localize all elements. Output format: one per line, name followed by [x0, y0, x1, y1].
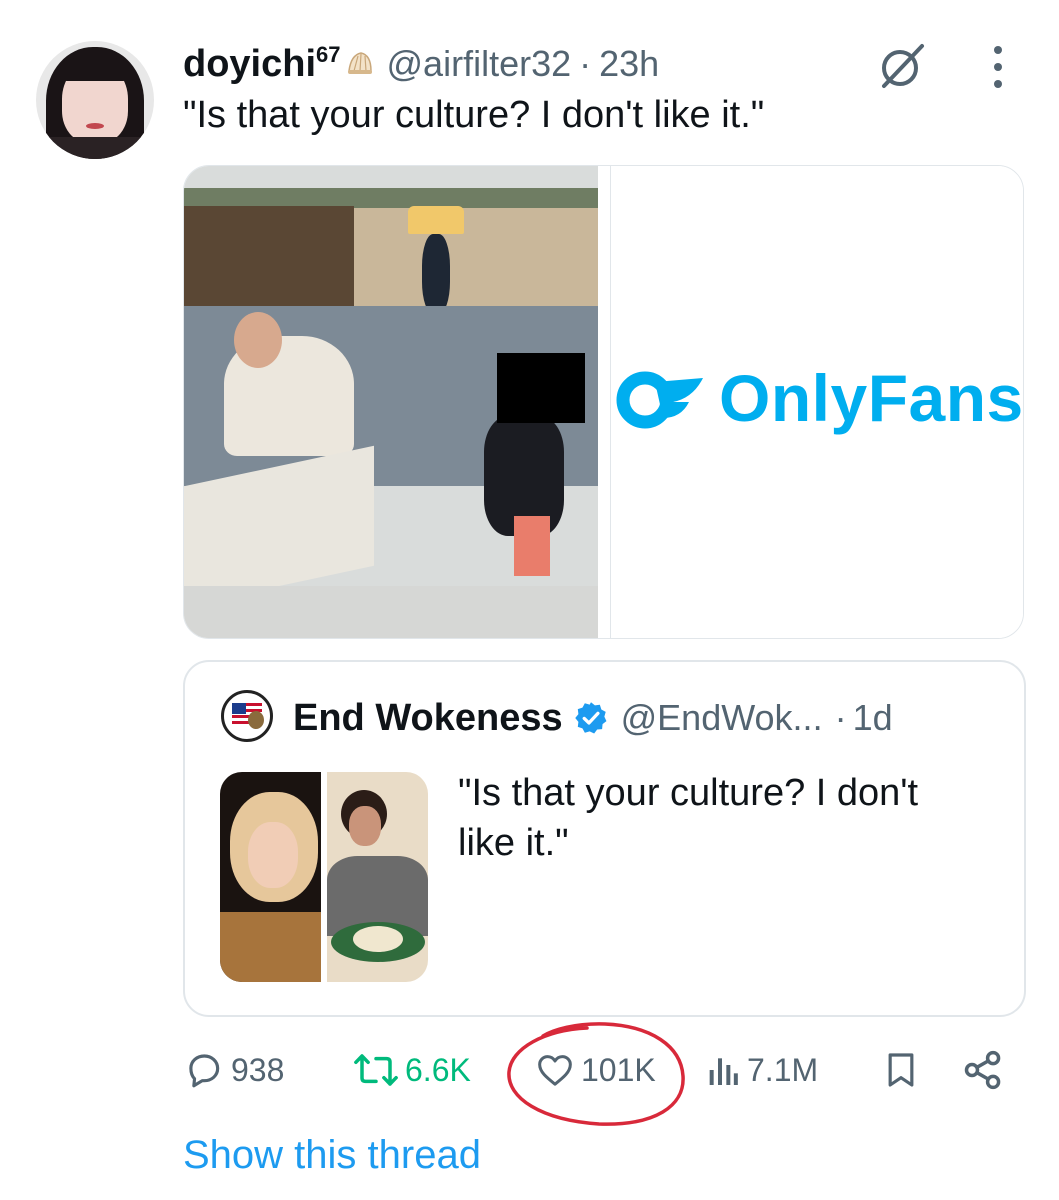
quoted-image-1-dress [220, 912, 321, 982]
retweet-icon [354, 1054, 398, 1086]
author-handle[interactable]: @airfilter32 [387, 43, 572, 85]
shell-icon [347, 52, 372, 74]
avatar-lips [86, 123, 104, 129]
photo-censor-box [497, 353, 585, 423]
onlyfans-wordmark: OnlyFans [719, 361, 1024, 435]
avatar-jacket [42, 137, 150, 159]
tweet-text: "Is that your culture? I don't like it." [183, 94, 765, 136]
quoted-author-name[interactable]: End Wokeness [293, 697, 563, 740]
quoted-header-separator: · [834, 697, 847, 738]
tweet-media[interactable]: OnlyFans [183, 165, 1024, 639]
author-name-text: doyichi [183, 42, 317, 85]
quoted-timestamp[interactable]: 1d [853, 697, 893, 739]
onlyfans-logo-icon [616, 371, 703, 429]
media-onlyfans-panel[interactable]: OnlyFans [610, 166, 1024, 638]
author-avatar[interactable] [36, 41, 154, 159]
quoted-header: End Wokeness @EndWok... · 1d [293, 688, 893, 748]
tweet-header: doyichi67 @airfilter32 · 23h [183, 36, 659, 92]
grok-icon[interactable] [876, 40, 928, 92]
author-name[interactable]: doyichi67 [183, 41, 341, 86]
quoted-tweet-text: "Is that your culture? I don't like it." [458, 772, 919, 864]
reply-button[interactable]: 938 [183, 1040, 284, 1100]
media-photo[interactable] [184, 166, 598, 638]
photo-person-head [234, 312, 282, 368]
avatar-bangs [60, 57, 130, 81]
show-thread-link[interactable]: Show this thread [183, 1133, 481, 1178]
retweet-count: 6.6K [405, 1051, 471, 1088]
photo-floor [184, 586, 598, 638]
quoted-image-1-face [248, 822, 298, 888]
quoted-avatar-canton [232, 703, 246, 714]
quoted-author-handle[interactable]: @EndWok... [621, 697, 823, 739]
photo-wall-border [184, 188, 598, 208]
quoted-avatar[interactable] [221, 690, 273, 742]
photo-person-2-legs [514, 516, 550, 576]
tweet-timestamp[interactable]: 23h [599, 43, 659, 85]
more-icon[interactable] [988, 42, 1008, 92]
views-icon [709, 1058, 738, 1085]
share-icon [964, 1050, 1001, 1090]
share-button[interactable] [961, 1040, 1011, 1100]
author-name-sup: 67 [316, 41, 341, 67]
quoted-tweet[interactable]: End Wokeness @EndWok... · 1d "Is that yo… [183, 660, 1026, 1017]
header-separator: · [579, 43, 592, 84]
like-button[interactable]: 101K [535, 1040, 656, 1100]
views-count: 7.1M [747, 1051, 819, 1088]
verified-icon [574, 702, 607, 734]
views-button[interactable]: 7.1M [705, 1040, 818, 1100]
quoted-image-2-face [349, 806, 381, 846]
quoted-media-image-1[interactable] [220, 772, 321, 982]
quoted-media[interactable] [220, 772, 428, 982]
photo-lampbase [422, 234, 450, 314]
quoted-image-2-food [353, 926, 403, 952]
quoted-avatar-eagle [248, 711, 264, 729]
quoted-media-image-2[interactable] [327, 772, 428, 982]
photo-lampshade [408, 206, 464, 234]
action-bar: 938 6.6K 101K 7.1M [183, 1040, 1022, 1100]
reply-count: 938 [231, 1051, 285, 1088]
like-count: 101K [581, 1051, 656, 1088]
bookmark-button[interactable] [881, 1040, 927, 1100]
bookmark-icon [888, 1053, 914, 1087]
retweet-button[interactable]: 6.6K [353, 1040, 471, 1100]
reply-icon [189, 1054, 220, 1088]
like-icon [538, 1055, 572, 1086]
